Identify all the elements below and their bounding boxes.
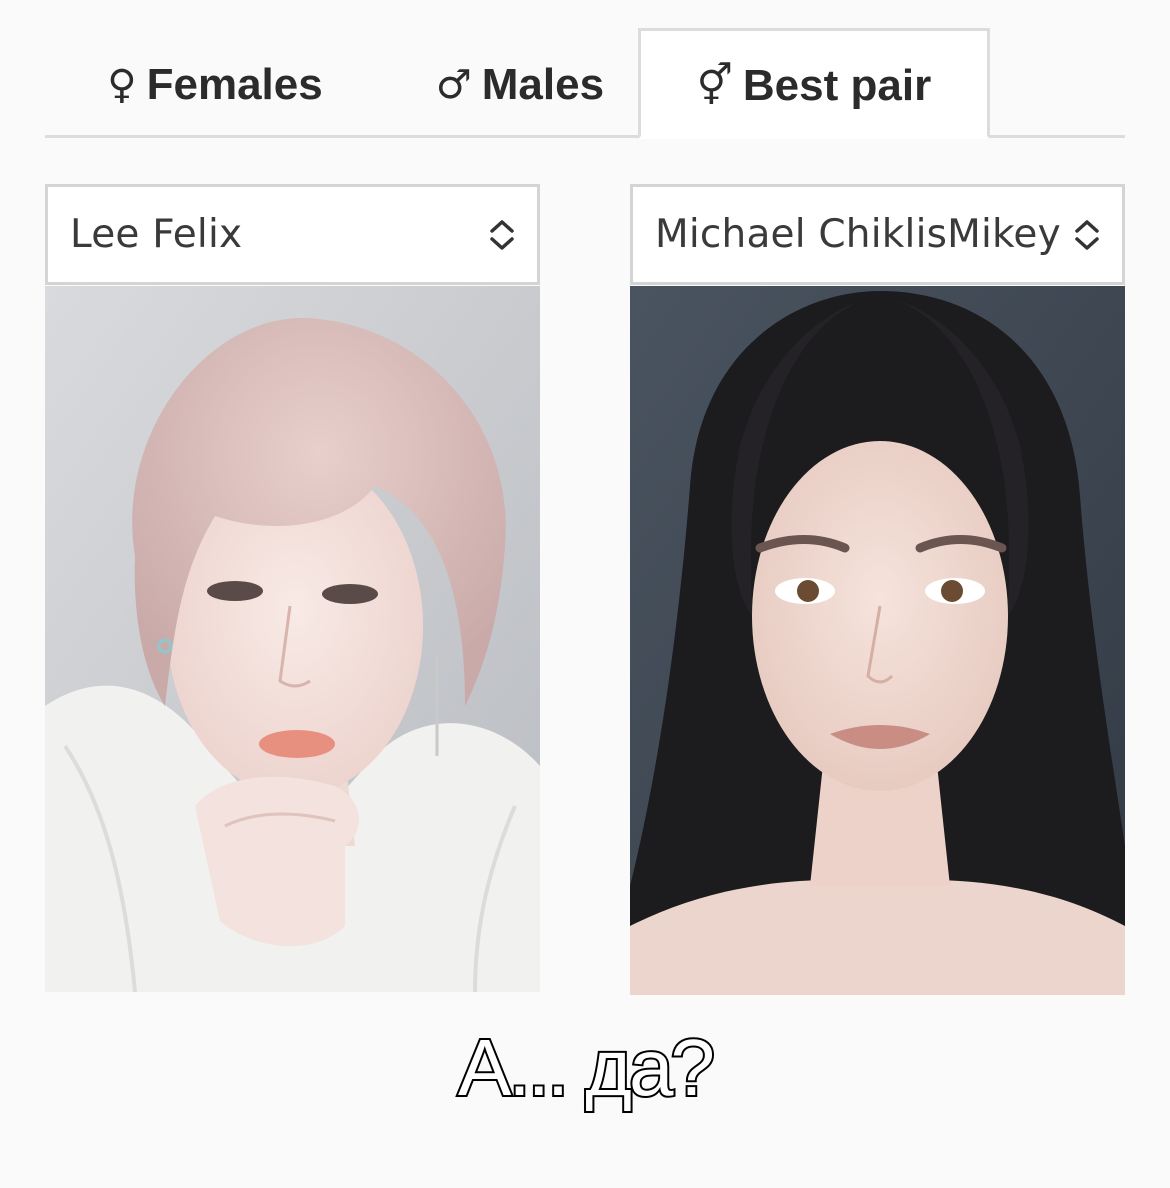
tab-best-pair[interactable]: ⚥ Best pair	[638, 28, 990, 139]
person-select-right-value: Michael ChiklisMikey	[655, 212, 1061, 257]
tab-females-label: Females	[146, 60, 323, 109]
chevron-up-down-icon	[1075, 219, 1099, 250]
portrait-right-image	[630, 286, 1125, 995]
tab-bar: ♀ Females ♂ Males ⚥ Best pair	[45, 28, 1125, 139]
person-select-right[interactable]: Michael ChiklisMikey	[630, 184, 1125, 285]
pair-symbol-icon: ⚥	[696, 62, 733, 109]
portrait-left-image	[45, 286, 540, 992]
meme-caption: А... да?	[456, 1021, 717, 1114]
tab-best-pair-label: Best pair	[742, 60, 932, 110]
chevron-up-down-icon	[490, 219, 514, 250]
tab-males-label: Males	[481, 60, 605, 109]
male-symbol-icon: ♂	[435, 62, 472, 108]
person-select-left[interactable]: Lee Felix	[45, 184, 540, 285]
person-select-left-value: Lee Felix	[70, 212, 243, 257]
photo-left	[45, 286, 540, 992]
tab-males[interactable]: ♂ Males	[390, 28, 650, 138]
tab-females[interactable]: ♀ Females	[65, 28, 365, 138]
photo-right	[630, 286, 1125, 995]
female-symbol-icon: ♀	[107, 62, 137, 108]
